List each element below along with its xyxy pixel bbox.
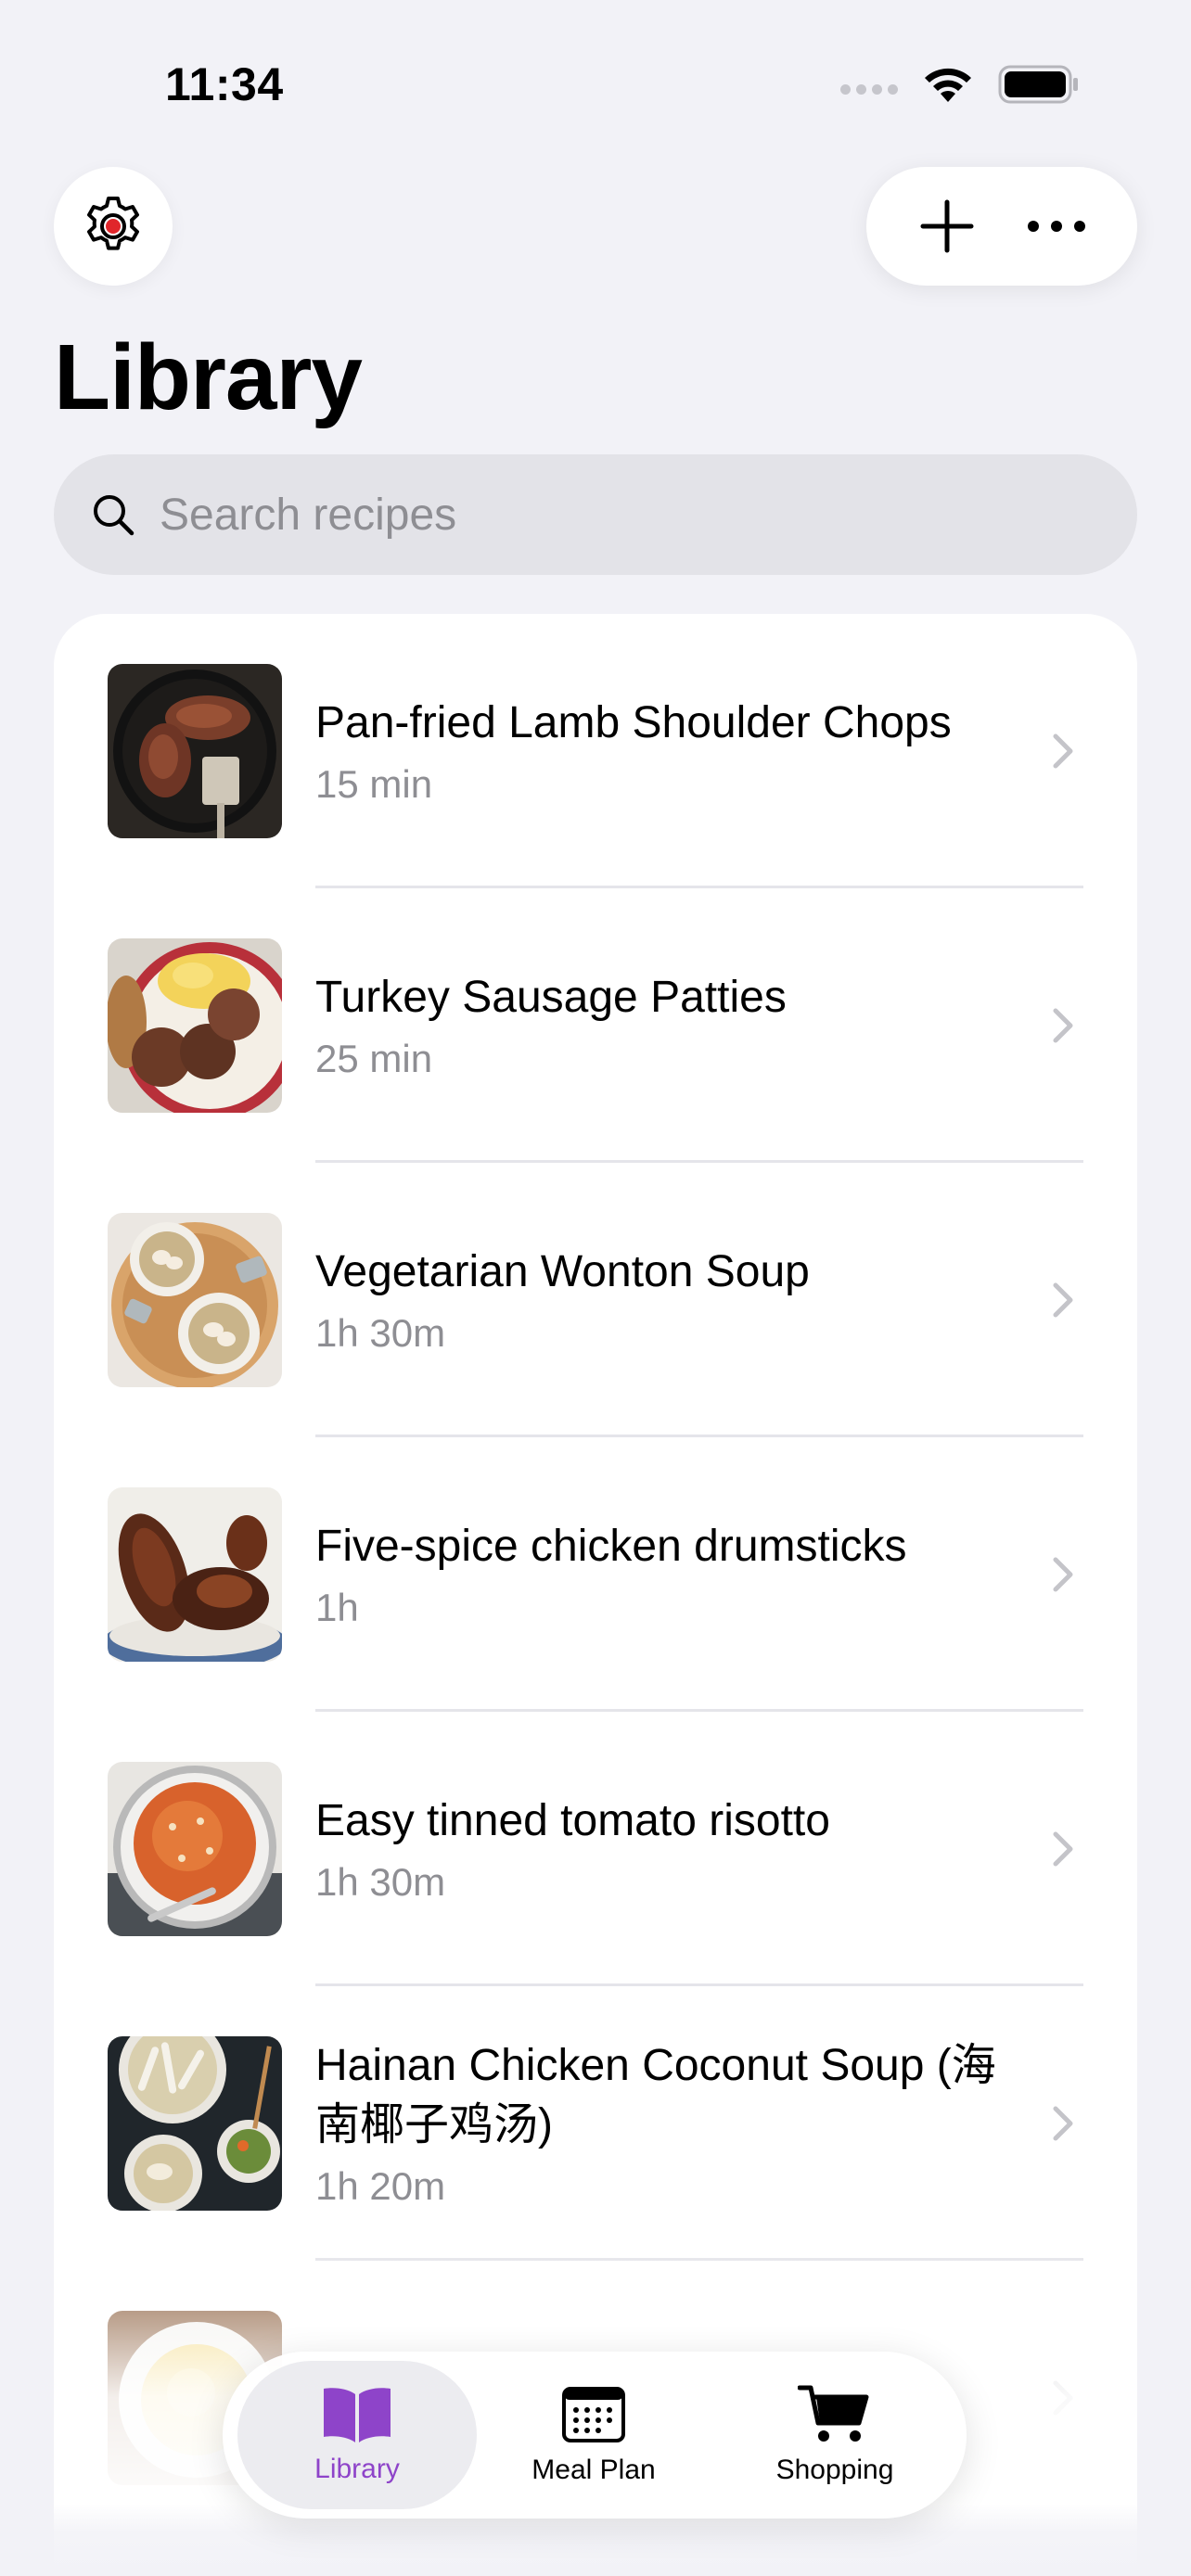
settings-button[interactable]	[54, 167, 173, 286]
recipe-row[interactable]: Five-spice chicken drumsticks 1h	[54, 1437, 1137, 1712]
tab-shopping[interactable]: Shopping	[714, 2361, 955, 2509]
page-title: Library	[54, 325, 363, 429]
search-icon	[94, 495, 134, 536]
recipe-title: Five-spice chicken drumsticks	[315, 1522, 907, 1571]
status-icons	[840, 65, 1080, 104]
recipe-row[interactable]: Pan-fried Lamb Shoulder Chops 15 min	[54, 614, 1137, 888]
recipe-time: 1h 30m	[315, 1311, 446, 1355]
search-bar[interactable]	[54, 454, 1137, 575]
plus-icon	[920, 199, 974, 253]
recipe-thumbnail	[108, 664, 282, 838]
recipe-time: 15 min	[315, 762, 433, 806]
recipe-thumbnail	[108, 1762, 282, 1936]
recipe-time: 1h	[315, 1586, 359, 1629]
recipe-title: Easy tinned tomato risotto	[315, 1796, 830, 1845]
recipe-title: Vegetarian Wonton Soup	[315, 1247, 810, 1296]
recipe-time: 25 min	[315, 1037, 433, 1080]
tab-label: Shopping	[775, 2455, 894, 2485]
chevron-right-icon	[1053, 1557, 1073, 1592]
status-time: 11:34	[165, 58, 284, 110]
recipe-time: 1h 20m	[315, 2164, 446, 2208]
recipe-row[interactable]: Easy tinned tomato risotto 1h 30m	[54, 1712, 1137, 1986]
header-actions	[866, 167, 1137, 286]
gear-icon	[87, 197, 139, 250]
ellipsis-icon	[1028, 221, 1085, 232]
tab-bar: Library Meal Plan Shopping	[223, 2352, 967, 2519]
recipe-row[interactable]: Turkey Sausage Patties 25 min	[54, 888, 1137, 1163]
recipe-title: Pan-fried Lamb Shoulder Chops	[315, 698, 952, 747]
recipe-thumbnail	[108, 1213, 282, 1387]
chevron-right-icon	[1053, 1008, 1073, 1043]
recipe-thumbnail	[108, 1487, 282, 1662]
battery-icon	[998, 65, 1078, 104]
recipe-row[interactable]: Hainan Chicken Coconut Soup (海南椰子鸡汤) 1h …	[54, 1986, 1137, 2261]
chevron-right-icon	[1053, 2106, 1073, 2141]
book-icon	[324, 2388, 391, 2442]
recipe-row[interactable]: Vegetarian Wonton Soup 1h 30m	[54, 1163, 1137, 1437]
tab-meal-plan[interactable]: Meal Plan	[482, 2361, 705, 2509]
cart-icon	[798, 2385, 869, 2442]
search-input[interactable]	[160, 489, 994, 541]
chevron-right-icon	[1053, 1282, 1073, 1318]
recipe-title: Hainan Chicken Coconut Soup (海南椰子鸡汤)	[315, 2041, 996, 2149]
tab-label: Meal Plan	[531, 2455, 656, 2485]
cellular-signal-icon	[840, 74, 898, 95]
tab-library[interactable]: Library	[237, 2361, 477, 2509]
chevron-right-icon	[1053, 733, 1073, 769]
recipe-thumbnail	[108, 938, 282, 1113]
tab-label: Library	[314, 2454, 400, 2484]
calendar-icon	[562, 2387, 625, 2442]
more-button[interactable]	[1015, 185, 1098, 268]
chevron-right-icon	[1053, 1831, 1073, 1867]
recipe-title: Turkey Sausage Patties	[315, 973, 787, 1022]
recipe-time: 1h 30m	[315, 1860, 446, 1904]
wifi-icon	[925, 68, 971, 102]
add-recipe-button[interactable]	[905, 185, 989, 268]
recipe-thumbnail	[108, 2036, 282, 2211]
